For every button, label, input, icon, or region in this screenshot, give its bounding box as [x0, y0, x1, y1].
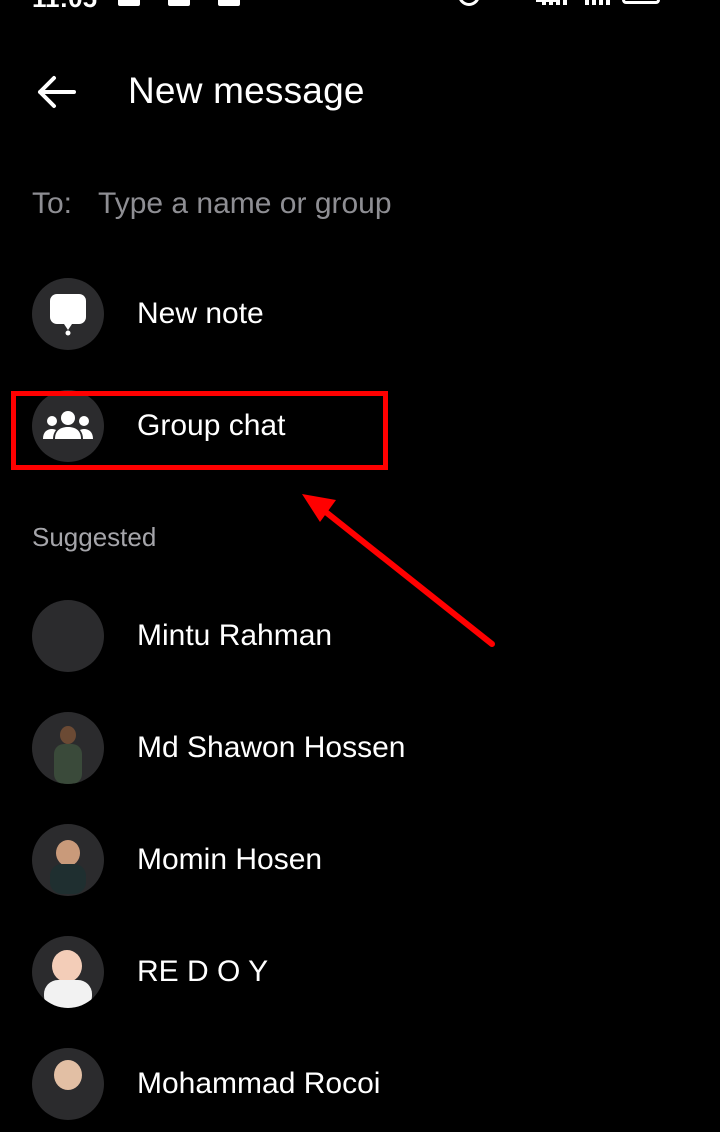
status-bar: 11:05 — [0, 0, 720, 11]
recipient-search-input[interactable] — [98, 187, 692, 221]
back-button[interactable] — [30, 68, 82, 116]
contact-name: RE D O Y — [137, 955, 269, 988]
group-chat-label: Group chat — [137, 409, 286, 442]
signal-icon — [542, 0, 610, 5]
status-time: 11:05 — [32, 0, 97, 11]
avatar — [32, 824, 104, 896]
header: New message — [0, 60, 720, 124]
avatar — [32, 600, 104, 672]
group-icon-circle — [32, 390, 104, 462]
battery-icon — [622, 0, 660, 4]
to-label: To: — [32, 187, 73, 220]
notification-icons — [118, 0, 240, 6]
new-note-button[interactable]: New note — [0, 266, 720, 362]
group-icon — [43, 411, 93, 439]
to-row: To: — [32, 180, 692, 228]
contact-name: Mohammad Rocoi — [137, 1067, 381, 1100]
arrow-left-icon — [38, 76, 76, 108]
contact-row[interactable]: Momin Hosen — [0, 812, 720, 908]
page-title: New message — [128, 70, 365, 111]
contact-row[interactable]: Mohammad Rocoi — [0, 1036, 720, 1132]
avatar — [32, 1048, 104, 1120]
note-icon-circle — [32, 278, 104, 350]
avatar — [32, 712, 104, 784]
contact-name: Momin Hosen — [137, 843, 323, 876]
group-chat-button[interactable]: Group chat — [0, 378, 720, 474]
avatar — [32, 936, 104, 1008]
contact-row[interactable]: Mintu Rahman — [0, 588, 720, 684]
new-note-label: New note — [137, 297, 264, 330]
contact-name: Mintu Rahman — [137, 619, 333, 652]
contact-row[interactable]: Md Shawon Hossen — [0, 700, 720, 796]
alarm-icon — [458, 0, 480, 6]
suggested-heading: Suggested — [32, 522, 157, 552]
contact-row[interactable]: RE D O Y — [0, 924, 720, 1020]
note-icon — [50, 294, 86, 336]
contact-name: Md Shawon Hossen — [137, 731, 406, 764]
